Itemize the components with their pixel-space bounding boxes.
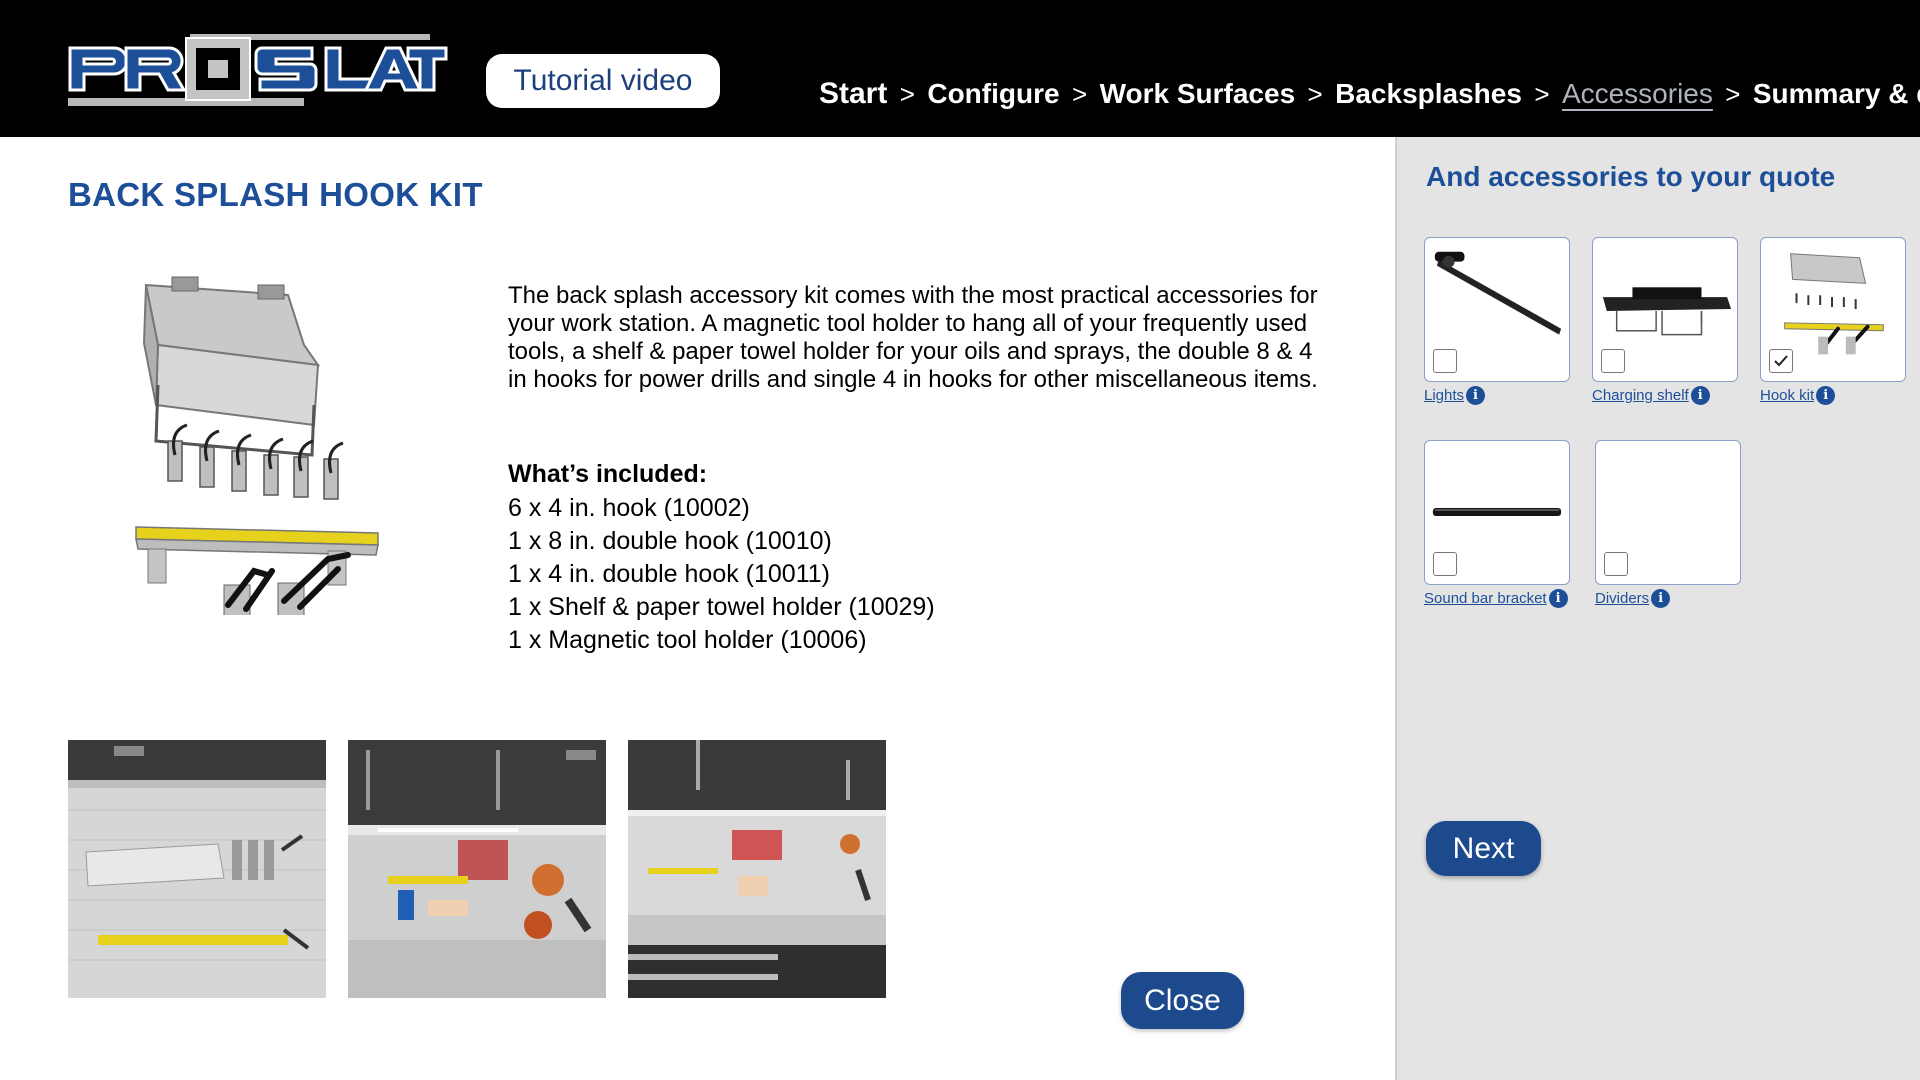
breadcrumb-separator-icon: > bbox=[1534, 78, 1550, 109]
sidebar-title: And accessories to your quote bbox=[1426, 161, 1836, 192]
gallery-photo-3[interactable] bbox=[628, 740, 886, 998]
included-item: 1 x Shelf & paper towel holder (10029) bbox=[508, 593, 935, 621]
main-content: BACK SPLASH HOOK KIT The back splash acc… bbox=[0, 137, 1395, 1080]
breadcrumb-summary-quote[interactable]: Summary & quote bbox=[1753, 78, 1920, 110]
accessory-checkbox-sound-bar-bracket[interactable] bbox=[1433, 552, 1457, 576]
included-list: 6 x 4 in. hook (10002) 1 x 8 in. double … bbox=[508, 492, 935, 657]
accessory-card-charging-shelf[interactable] bbox=[1592, 237, 1738, 382]
accessory-label-dividers[interactable]: Dividers bbox=[1595, 590, 1649, 607]
gallery-photo-1[interactable] bbox=[68, 740, 326, 998]
checkmark-icon bbox=[1774, 355, 1788, 367]
included-item: 6 x 4 in. hook (10002) bbox=[508, 494, 750, 522]
breadcrumb-separator-icon: > bbox=[899, 78, 915, 109]
product-description: The back splash accessory kit comes with… bbox=[508, 282, 1318, 393]
accessory-charging-shelf: Charging shelf i bbox=[1592, 237, 1738, 405]
close-button[interactable]: Close bbox=[1121, 972, 1244, 1029]
page-title: BACK SPLASH HOOK KIT bbox=[68, 176, 483, 213]
breadcrumb-configure[interactable]: Configure bbox=[927, 78, 1059, 110]
info-icon[interactable]: i bbox=[1690, 386, 1710, 405]
breadcrumb-backsplashes[interactable]: Backsplashes bbox=[1335, 78, 1522, 110]
accessory-card-lights[interactable] bbox=[1424, 237, 1570, 382]
breadcrumb: Start > Configure > Work Surfaces > Back… bbox=[819, 74, 1920, 114]
accessory-label-lights[interactable]: Lights bbox=[1424, 387, 1464, 404]
tutorial-video-button[interactable]: Tutorial video bbox=[486, 54, 720, 108]
image-gallery bbox=[68, 740, 886, 998]
accessory-sound-bar-bracket: Sound bar bracket i bbox=[1424, 440, 1570, 608]
accessory-checkbox-lights[interactable] bbox=[1433, 349, 1457, 373]
info-icon[interactable]: i bbox=[1548, 589, 1568, 608]
accessories-sidebar: And accessories to your quote Lights i C… bbox=[1395, 137, 1920, 1080]
accessory-checkbox-charging-shelf[interactable] bbox=[1601, 349, 1625, 373]
accessory-checkbox-dividers[interactable] bbox=[1604, 552, 1628, 576]
accessory-card-hook-kit[interactable] bbox=[1760, 237, 1906, 382]
breadcrumb-separator-icon: > bbox=[1725, 78, 1741, 109]
accessory-label-hook-kit[interactable]: Hook kit bbox=[1760, 387, 1814, 404]
accessory-hook-kit: Hook kit i bbox=[1760, 237, 1906, 405]
breadcrumb-separator-icon: > bbox=[1071, 78, 1088, 109]
accessory-dividers: Dividers i bbox=[1595, 440, 1741, 608]
accessory-label-charging-shelf[interactable]: Charging shelf bbox=[1592, 387, 1689, 404]
breadcrumb-accessories[interactable]: Accessories bbox=[1562, 78, 1713, 110]
accessory-checkbox-hook-kit[interactable] bbox=[1769, 349, 1793, 373]
info-icon[interactable]: i bbox=[1651, 589, 1671, 608]
breadcrumb-start[interactable]: Start bbox=[819, 77, 887, 111]
included-item: 1 x 8 in. double hook (10010) bbox=[508, 527, 832, 555]
top-header: Tutorial video Start > Configure > Work … bbox=[0, 0, 1920, 137]
included-item: 1 x Magnetic tool holder (10006) bbox=[508, 626, 867, 654]
hook-kit-product-image bbox=[135, 276, 379, 615]
accessory-lights: Lights i bbox=[1424, 237, 1570, 405]
info-icon[interactable]: i bbox=[1466, 386, 1486, 405]
info-icon[interactable]: i bbox=[1816, 386, 1836, 405]
breadcrumb-work-surfaces[interactable]: Work Surfaces bbox=[1100, 78, 1296, 110]
included-heading: What’s included: bbox=[508, 460, 708, 488]
included-item: 1 x 4 in. double hook (10011) bbox=[508, 560, 830, 588]
next-button[interactable]: Next bbox=[1426, 821, 1541, 876]
accessory-card-sound-bar-bracket[interactable] bbox=[1424, 440, 1570, 585]
accessory-label-sound-bar-bracket[interactable]: Sound bar bracket bbox=[1424, 590, 1547, 607]
proslat-logo[interactable] bbox=[66, 32, 448, 108]
gallery-photo-2[interactable] bbox=[348, 740, 606, 998]
accessory-card-dividers[interactable] bbox=[1595, 440, 1741, 585]
breadcrumb-separator-icon: > bbox=[1307, 78, 1323, 109]
